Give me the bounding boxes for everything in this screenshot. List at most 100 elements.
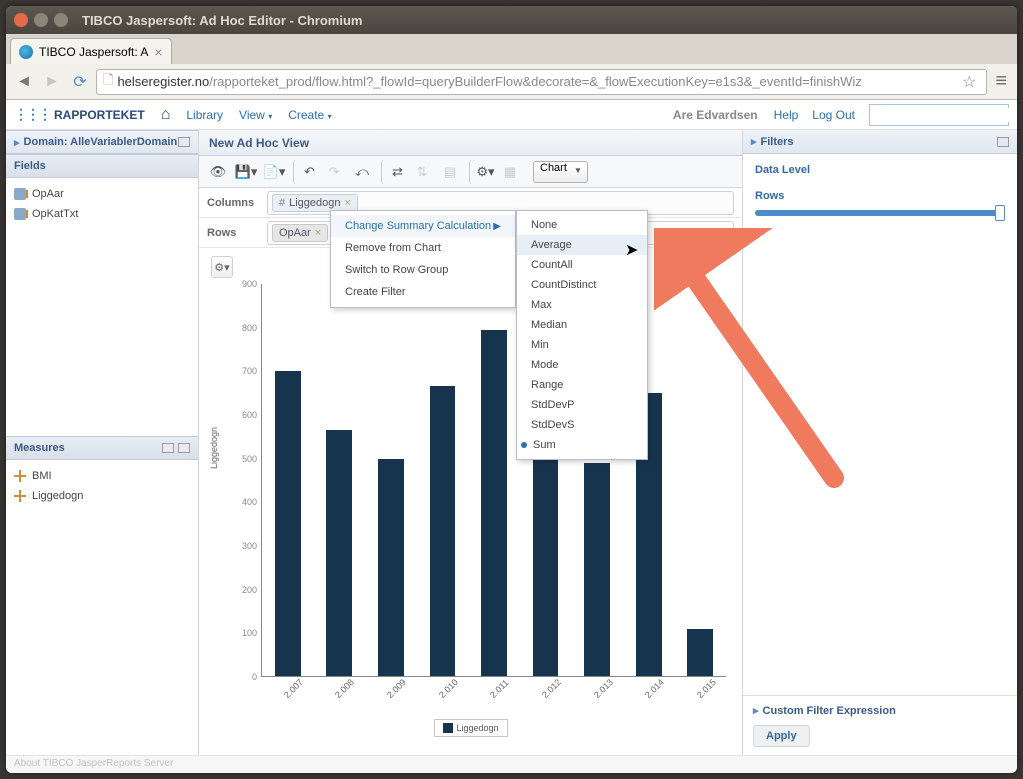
measure-icon xyxy=(14,490,26,502)
summary-option-stddevs[interactable]: StdDevS xyxy=(517,415,647,435)
window-min-icon[interactable] xyxy=(34,13,48,27)
display-mode-select[interactable]: Chart xyxy=(533,161,588,183)
eye-icon[interactable]: 👁 xyxy=(205,160,231,184)
panel-ctrl-icon[interactable] xyxy=(178,137,190,147)
context-menu: Change Summary Calculation▶ Remove from … xyxy=(330,210,516,308)
pill-liggedogn[interactable]: #Liggedogn× xyxy=(272,194,358,212)
menu-remove[interactable]: Remove from Chart xyxy=(331,237,515,259)
pill-remove-icon[interactable]: × xyxy=(345,197,351,209)
summary-option-median[interactable]: Median xyxy=(517,315,647,335)
grid-icon[interactable]: ▦ xyxy=(497,160,523,184)
summary-option-range[interactable]: Range xyxy=(517,375,647,395)
bar[interactable] xyxy=(275,371,301,676)
filters-header[interactable]: ▸Filters xyxy=(743,130,1017,154)
reload-icon[interactable]: ⟳ xyxy=(68,70,92,94)
apply-button[interactable]: Apply xyxy=(753,725,810,747)
summary-option-none[interactable]: None xyxy=(517,215,647,235)
reset-icon[interactable]: ⤺ xyxy=(349,160,375,184)
pill-remove-icon[interactable]: × xyxy=(315,227,321,239)
tab-close-icon[interactable]: × xyxy=(154,44,162,60)
summary-option-min[interactable]: Min xyxy=(517,335,647,355)
columns-label: Columns xyxy=(207,197,259,209)
bar[interactable] xyxy=(430,386,456,676)
redo-icon[interactable]: ↷ xyxy=(321,160,347,184)
sort-icon[interactable]: ⇅ xyxy=(409,160,435,184)
y-tick: 500 xyxy=(229,454,257,464)
bar[interactable] xyxy=(481,330,507,676)
rows-label: Rows xyxy=(755,190,1005,202)
field-opkattxt[interactable]: OpKatTxt xyxy=(14,204,190,224)
app-footer: About TIBCO JasperReports Server xyxy=(6,755,1017,773)
summary-option-sum[interactable]: Sum xyxy=(517,435,647,455)
menu-change-summary[interactable]: Change Summary Calculation▶ xyxy=(331,215,515,237)
chart-plot: Liggedogn 0100200300400500600700800900 2… xyxy=(229,284,726,695)
y-tick: 600 xyxy=(229,410,257,420)
pill-opaar[interactable]: OpAar× xyxy=(272,224,328,242)
field-icon xyxy=(14,208,26,220)
bar[interactable] xyxy=(584,463,610,676)
bar[interactable] xyxy=(687,629,713,676)
window-titlebar: TIBCO Jaspersoft: Ad Hoc Editor - Chromi… xyxy=(6,6,1017,34)
back-icon[interactable]: ◄ xyxy=(12,70,36,94)
panel-ctrl-icon[interactable] xyxy=(997,137,1009,147)
fields-header[interactable]: Fields xyxy=(6,154,198,178)
logout-link[interactable]: Log Out xyxy=(812,108,855,122)
window-close-icon[interactable] xyxy=(14,13,28,27)
bar[interactable] xyxy=(378,459,404,676)
favicon-icon xyxy=(19,45,33,59)
panel-ctrl-icon[interactable] xyxy=(162,443,174,453)
chart-options-button[interactable]: ⚙▾ xyxy=(211,256,233,278)
search-input[interactable] xyxy=(870,108,1017,122)
bar[interactable] xyxy=(533,441,559,676)
summary-option-mode[interactable]: Mode xyxy=(517,355,647,375)
tab-title: TIBCO Jaspersoft: A xyxy=(39,45,148,59)
fields-list: OpAar OpKatTxt xyxy=(6,178,198,436)
bar[interactable] xyxy=(326,430,352,676)
summary-option-stddevp[interactable]: StdDevP xyxy=(517,395,647,415)
x-tick: 2.015 xyxy=(695,677,718,700)
window-max-icon[interactable] xyxy=(54,13,68,27)
browser-menu-icon[interactable]: ≡ xyxy=(991,70,1011,93)
x-tick: 2.009 xyxy=(385,677,408,700)
nav-view[interactable]: View ▾ xyxy=(239,108,272,122)
summary-option-average[interactable]: Average xyxy=(517,235,647,255)
slider-handle-icon[interactable] xyxy=(995,205,1005,221)
y-tick: 400 xyxy=(229,497,257,507)
help-link[interactable]: Help xyxy=(774,108,799,122)
domain-header[interactable]: ▸Domain: AlleVariablerDomain xyxy=(6,130,198,154)
save-icon[interactable]: 💾▾ xyxy=(233,160,259,184)
x-tick: 2.011 xyxy=(488,678,511,701)
browser-tabbar: TIBCO Jaspersoft: A × xyxy=(6,34,1017,64)
undo-icon[interactable]: ↶ xyxy=(293,160,319,184)
summary-option-countall[interactable]: CountAll xyxy=(517,255,647,275)
url-input[interactable]: 🗋 helseregister.no/rapporteket_prod/flow… xyxy=(96,69,987,95)
left-panel: ▸Domain: AlleVariablerDomain Fields OpAa… xyxy=(6,130,199,755)
panel-ctrl-icon[interactable] xyxy=(178,443,190,453)
brand-logo[interactable]: ⋮⋮⋮RAPPORTEKET xyxy=(14,106,145,123)
options-icon[interactable]: ⚙▾ xyxy=(469,160,495,184)
home-icon[interactable]: ⌂ xyxy=(161,106,171,124)
nav-create[interactable]: Create ▾ xyxy=(288,108,331,122)
custom-filter-header[interactable]: ▸Custom Filter Expression xyxy=(753,704,1007,717)
summary-option-max[interactable]: Max xyxy=(517,295,647,315)
x-tick: 2.013 xyxy=(592,677,615,700)
field-opaar[interactable]: OpAar xyxy=(14,184,190,204)
nav-library[interactable]: Library xyxy=(186,108,223,122)
measure-bmi[interactable]: BMI xyxy=(14,466,190,486)
rows-slider[interactable] xyxy=(755,210,1005,216)
x-tick: 2.010 xyxy=(437,677,460,700)
bookmark-icon[interactable]: ☆ xyxy=(958,72,980,92)
y-tick: 900 xyxy=(229,279,257,289)
measure-liggedogn[interactable]: Liggedogn xyxy=(14,486,190,506)
y-tick: 300 xyxy=(229,541,257,551)
export-icon[interactable]: 📄▾ xyxy=(261,160,287,184)
summary-option-countdistinct[interactable]: CountDistinct xyxy=(517,275,647,295)
menu-create-filter[interactable]: Create Filter xyxy=(331,281,515,303)
pivot-icon[interactable]: ⇄ xyxy=(381,160,407,184)
y-tick: 800 xyxy=(229,323,257,333)
detail-icon[interactable]: ▤ xyxy=(437,160,463,184)
menu-switch-row[interactable]: Switch to Row Group xyxy=(331,259,515,281)
rows-label: Rows xyxy=(207,227,259,239)
measures-header[interactable]: Measures xyxy=(6,436,198,460)
browser-tab[interactable]: TIBCO Jaspersoft: A × xyxy=(10,38,172,64)
